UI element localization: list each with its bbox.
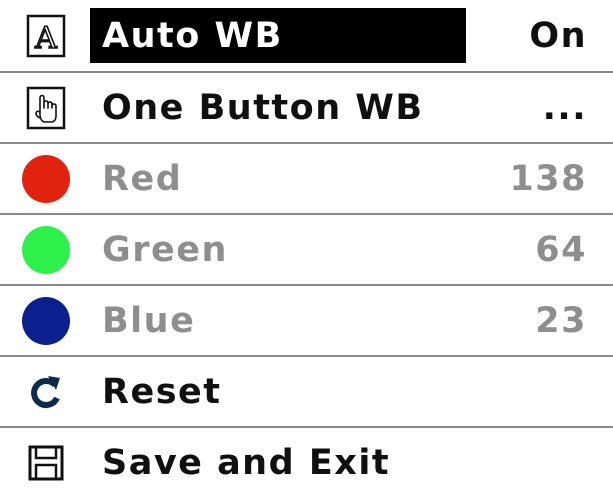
blue-dot-icon [18,293,74,349]
menu-item-label: Blue [102,300,196,341]
menu-item-value: 64 [535,229,587,270]
menu-item-value: On [529,15,587,56]
menu-item-value: 138 [509,158,587,199]
menu-item-value: ... [542,87,587,128]
menu-item-reset[interactable]: Reset [0,355,613,426]
menu-item-save-and-exit[interactable]: Save and Exit [0,426,613,497]
green-dot-icon [18,222,74,278]
menu-item-label: Red [102,158,183,199]
menu-item-auto-wb[interactable]: A Auto WB On [0,0,613,71]
menu-item-value: 23 [535,300,587,341]
menu-item-one-button-wb[interactable]: One Button WB ... [0,71,613,142]
menu-item-label: Auto WB [102,15,283,56]
menu-item-green: Green 64 [0,213,613,284]
hand-pointer-icon [18,80,74,136]
menu-item-label: One Button WB [102,87,424,128]
svg-text:A: A [34,21,57,56]
auto-letter-icon: A [18,8,74,64]
reset-arrow-icon [18,364,74,420]
menu-item-label: Reset [102,371,222,412]
menu-item-blue: Blue 23 [0,284,613,355]
floppy-disk-icon [18,435,74,491]
red-dot-icon [18,151,74,207]
menu-item-label: Green [102,229,228,270]
menu-item-label: Save and Exit [102,442,391,483]
white-balance-menu: A Auto WB On One Button WB ... Red 138 G [0,0,613,498]
menu-item-red: Red 138 [0,142,613,213]
